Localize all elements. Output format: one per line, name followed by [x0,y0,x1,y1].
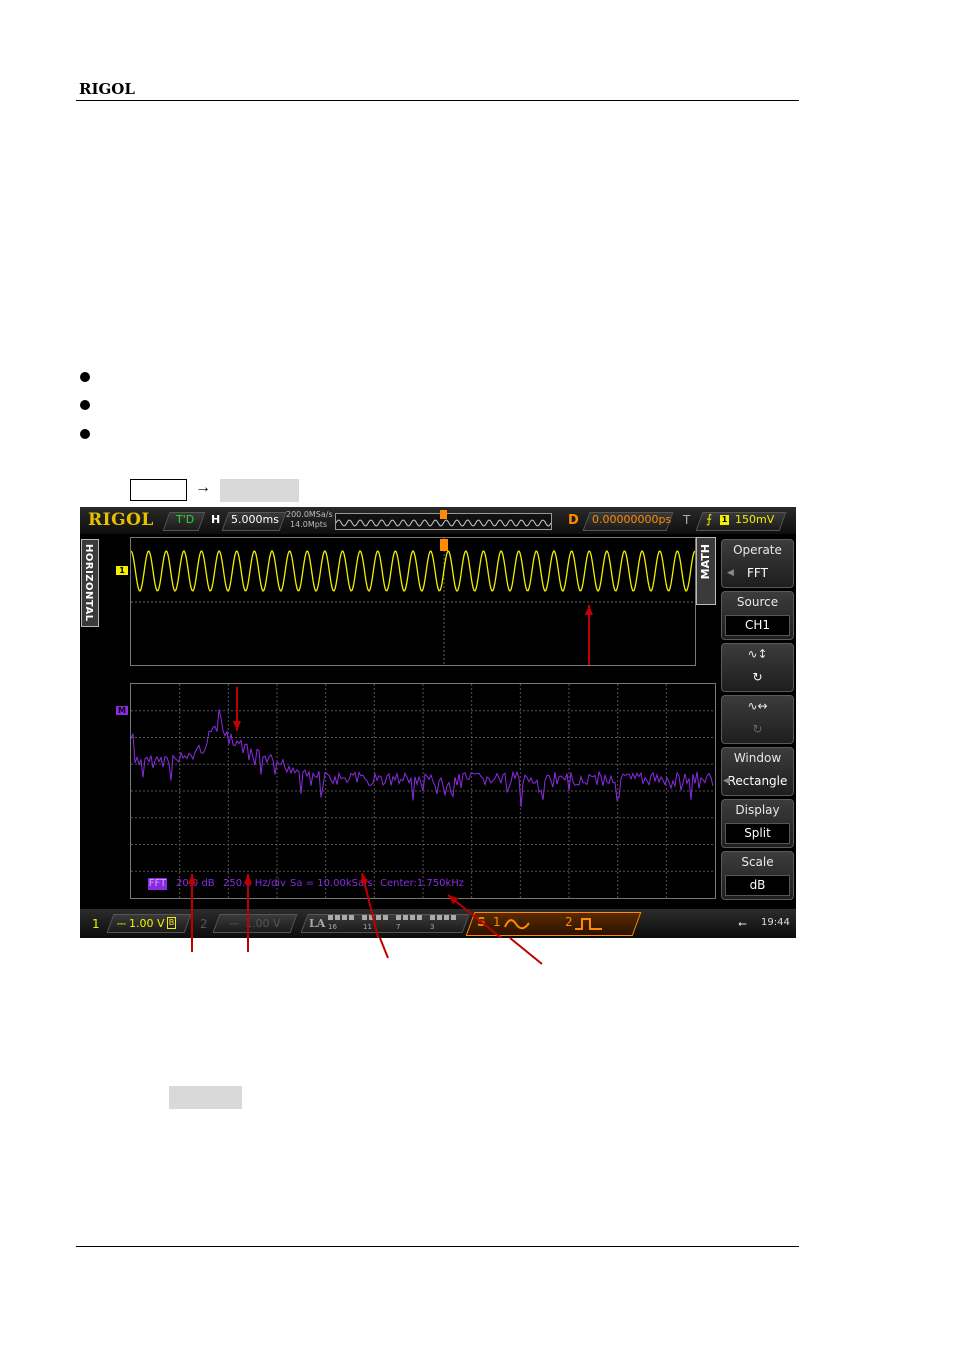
oscilloscope-screen: RIGOL T'D H 5.000ms 200.0MSa/s 14.0Mpts … [80,507,796,938]
softkey-label [220,479,299,502]
arrow-time-domain-head [585,605,593,615]
header-rule [76,100,799,101]
callout-sample [379,937,389,959]
softkey-label-2 [169,1086,242,1109]
annotation-callouts [191,937,543,965]
bullet-1 [80,372,90,382]
bullet-3 [80,429,90,439]
arrow-icon: → [195,479,211,496]
arrow-fft-hzdiv-head [244,874,252,884]
footer-rule [76,1246,799,1247]
front-panel-key [130,479,187,501]
callout-center [509,937,543,965]
arrow-fft-peak-head [233,721,241,731]
annotation-layer [188,605,593,938]
arrow-fft-scale-head [188,874,196,884]
header-brand: RIGOL [79,80,135,98]
bullet-2 [80,400,90,410]
